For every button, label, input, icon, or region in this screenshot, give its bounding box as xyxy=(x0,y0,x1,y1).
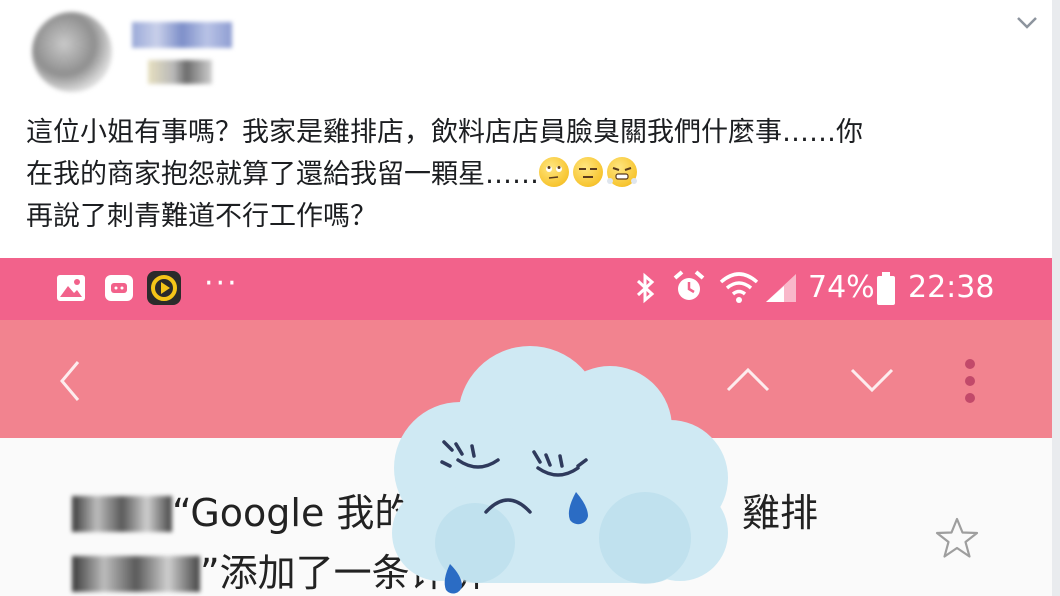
author-name-blurred[interactable] xyxy=(132,22,232,48)
post-timestamp-blurred[interactable] xyxy=(148,60,212,84)
chevron-down-icon[interactable] xyxy=(1014,12,1040,32)
redacted-name xyxy=(72,496,172,532)
battery-percent: 74% xyxy=(808,270,875,305)
chat-app-icon xyxy=(105,275,133,301)
expressionless-emoji xyxy=(573,157,603,187)
battery-icon xyxy=(877,272,895,305)
back-arrow-icon[interactable] xyxy=(56,358,84,404)
star-icon[interactable] xyxy=(934,516,980,560)
status-bar: ··· 74% 22:38 xyxy=(0,258,1052,320)
page-edge xyxy=(1052,0,1060,596)
more-notifications: ··· xyxy=(204,266,239,301)
post-text-line: 再說了刺青難道不行工作嗎？ xyxy=(26,201,377,232)
bluetooth-icon xyxy=(636,272,655,304)
notification-title-text: “Google 我的 xyxy=(172,491,413,535)
wifi-icon xyxy=(719,272,759,303)
more-vert-icon[interactable] xyxy=(962,358,978,404)
post-text-fragment: 在我的商家抱怨就算了還給我留一顆星…… xyxy=(26,159,539,190)
post-body: 這位小姐有事嗎？我家是雞排店，飲料店店員臉臭關我們什麼事……你 在我的商家抱怨就… xyxy=(26,112,1036,238)
rolling-eyes-emoji xyxy=(539,157,569,187)
redacted-store-name xyxy=(72,556,200,592)
notification-title-line-1: “Google 我的 xyxy=(72,490,412,536)
gallery-icon xyxy=(57,275,85,301)
chevron-down-icon[interactable] xyxy=(848,366,896,396)
avatar[interactable] xyxy=(32,12,112,92)
crying-cloud-sticker xyxy=(392,346,728,594)
post-text-line: 這位小姐有事嗎？我家是雞排店，飲料店店員臉臭關我們什麼事……你 xyxy=(26,117,863,148)
triumph-emoji xyxy=(607,157,637,187)
media-app-icon xyxy=(147,271,181,305)
alarm-icon xyxy=(673,270,705,300)
post-text-line: 在我的商家抱怨就算了還給我留一顆星…… xyxy=(26,154,1036,196)
status-time: 22:38 xyxy=(908,270,995,305)
signal-icon xyxy=(766,274,796,302)
